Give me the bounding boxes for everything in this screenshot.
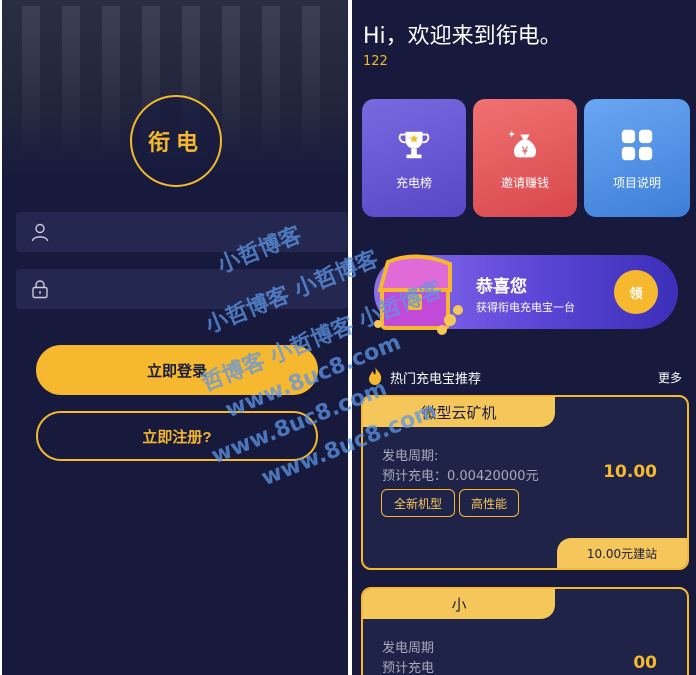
username-field[interactable] (16, 212, 348, 252)
treasure-chest-icon (374, 254, 463, 335)
trophy-icon (398, 131, 430, 159)
user-icon (31, 223, 49, 242)
tile-label: 项目说明 (612, 176, 661, 190)
tag-chip: 高性能 (459, 489, 519, 517)
logo-text: 衔电 (147, 131, 204, 156)
grid-icon (621, 129, 653, 161)
product-name: 微型云矿机 (363, 397, 555, 427)
period-label: 发电周期: (382, 449, 439, 464)
password-input[interactable] (62, 281, 322, 297)
screenshot-stage: 衔电 立即登录 立即注册? Hi，欢迎来到衔电。 122 充电榜 ¥ 邀请赚钱 … (0, 0, 696, 675)
lock-icon (32, 280, 48, 299)
login-button[interactable]: 立即登录 (36, 345, 318, 395)
forecast-label: 预计充电 (382, 661, 435, 675)
product-card[interactable]: 小 发电周期 预计充电 00 (361, 587, 689, 675)
app-logo: 衔电 (130, 95, 222, 187)
flame-icon (369, 367, 382, 385)
product-name: 小 (363, 589, 555, 619)
section-title: 热门充电宝推荐 (390, 372, 482, 387)
banner-subtitle: 获得衔电充电宝一台 (476, 301, 575, 314)
password-field[interactable] (16, 269, 348, 309)
tile-label: 充电榜 (395, 176, 432, 190)
tile-project-info[interactable]: 项目说明 (584, 99, 690, 217)
claim-button[interactable]: 领 (614, 270, 658, 314)
home-screen: Hi，欢迎来到衔电。 122 充电榜 ¥ 邀请赚钱 项目说明 恭喜您 获得衔电充… (352, 0, 696, 675)
product-price: 10.00 (603, 462, 657, 482)
username-input[interactable] (62, 224, 322, 240)
product-card[interactable]: 微型云矿机 发电周期: 预计充电：0.00420000元 10.00 全新机型 … (361, 395, 689, 570)
period-label: 发电周期 (382, 641, 435, 656)
tile-charge-ranking[interactable]: 充电榜 (362, 99, 466, 217)
money-bag-icon: ¥ (508, 130, 537, 158)
product-price: 00 (633, 653, 657, 673)
greeting-text: Hi，欢迎来到衔电。 (363, 24, 562, 49)
login-screen: 衔电 立即登录 立即注册? (2, 0, 348, 675)
svg-text:¥: ¥ (522, 146, 529, 158)
more-link[interactable]: 更多 (658, 369, 682, 386)
forecast-label: 预计充电：0.00420000元 (382, 469, 539, 484)
tile-label: 邀请赚钱 (500, 176, 549, 190)
tile-invite-earn[interactable]: ¥ 邀请赚钱 (473, 99, 577, 217)
card-footer-label: 10.00元建站 (557, 538, 687, 568)
banner-title: 恭喜您 (476, 277, 527, 297)
greeting-number: 122 (363, 54, 388, 69)
register-button[interactable]: 立即注册? (36, 411, 318, 461)
tag-chip: 全新机型 (381, 489, 455, 517)
